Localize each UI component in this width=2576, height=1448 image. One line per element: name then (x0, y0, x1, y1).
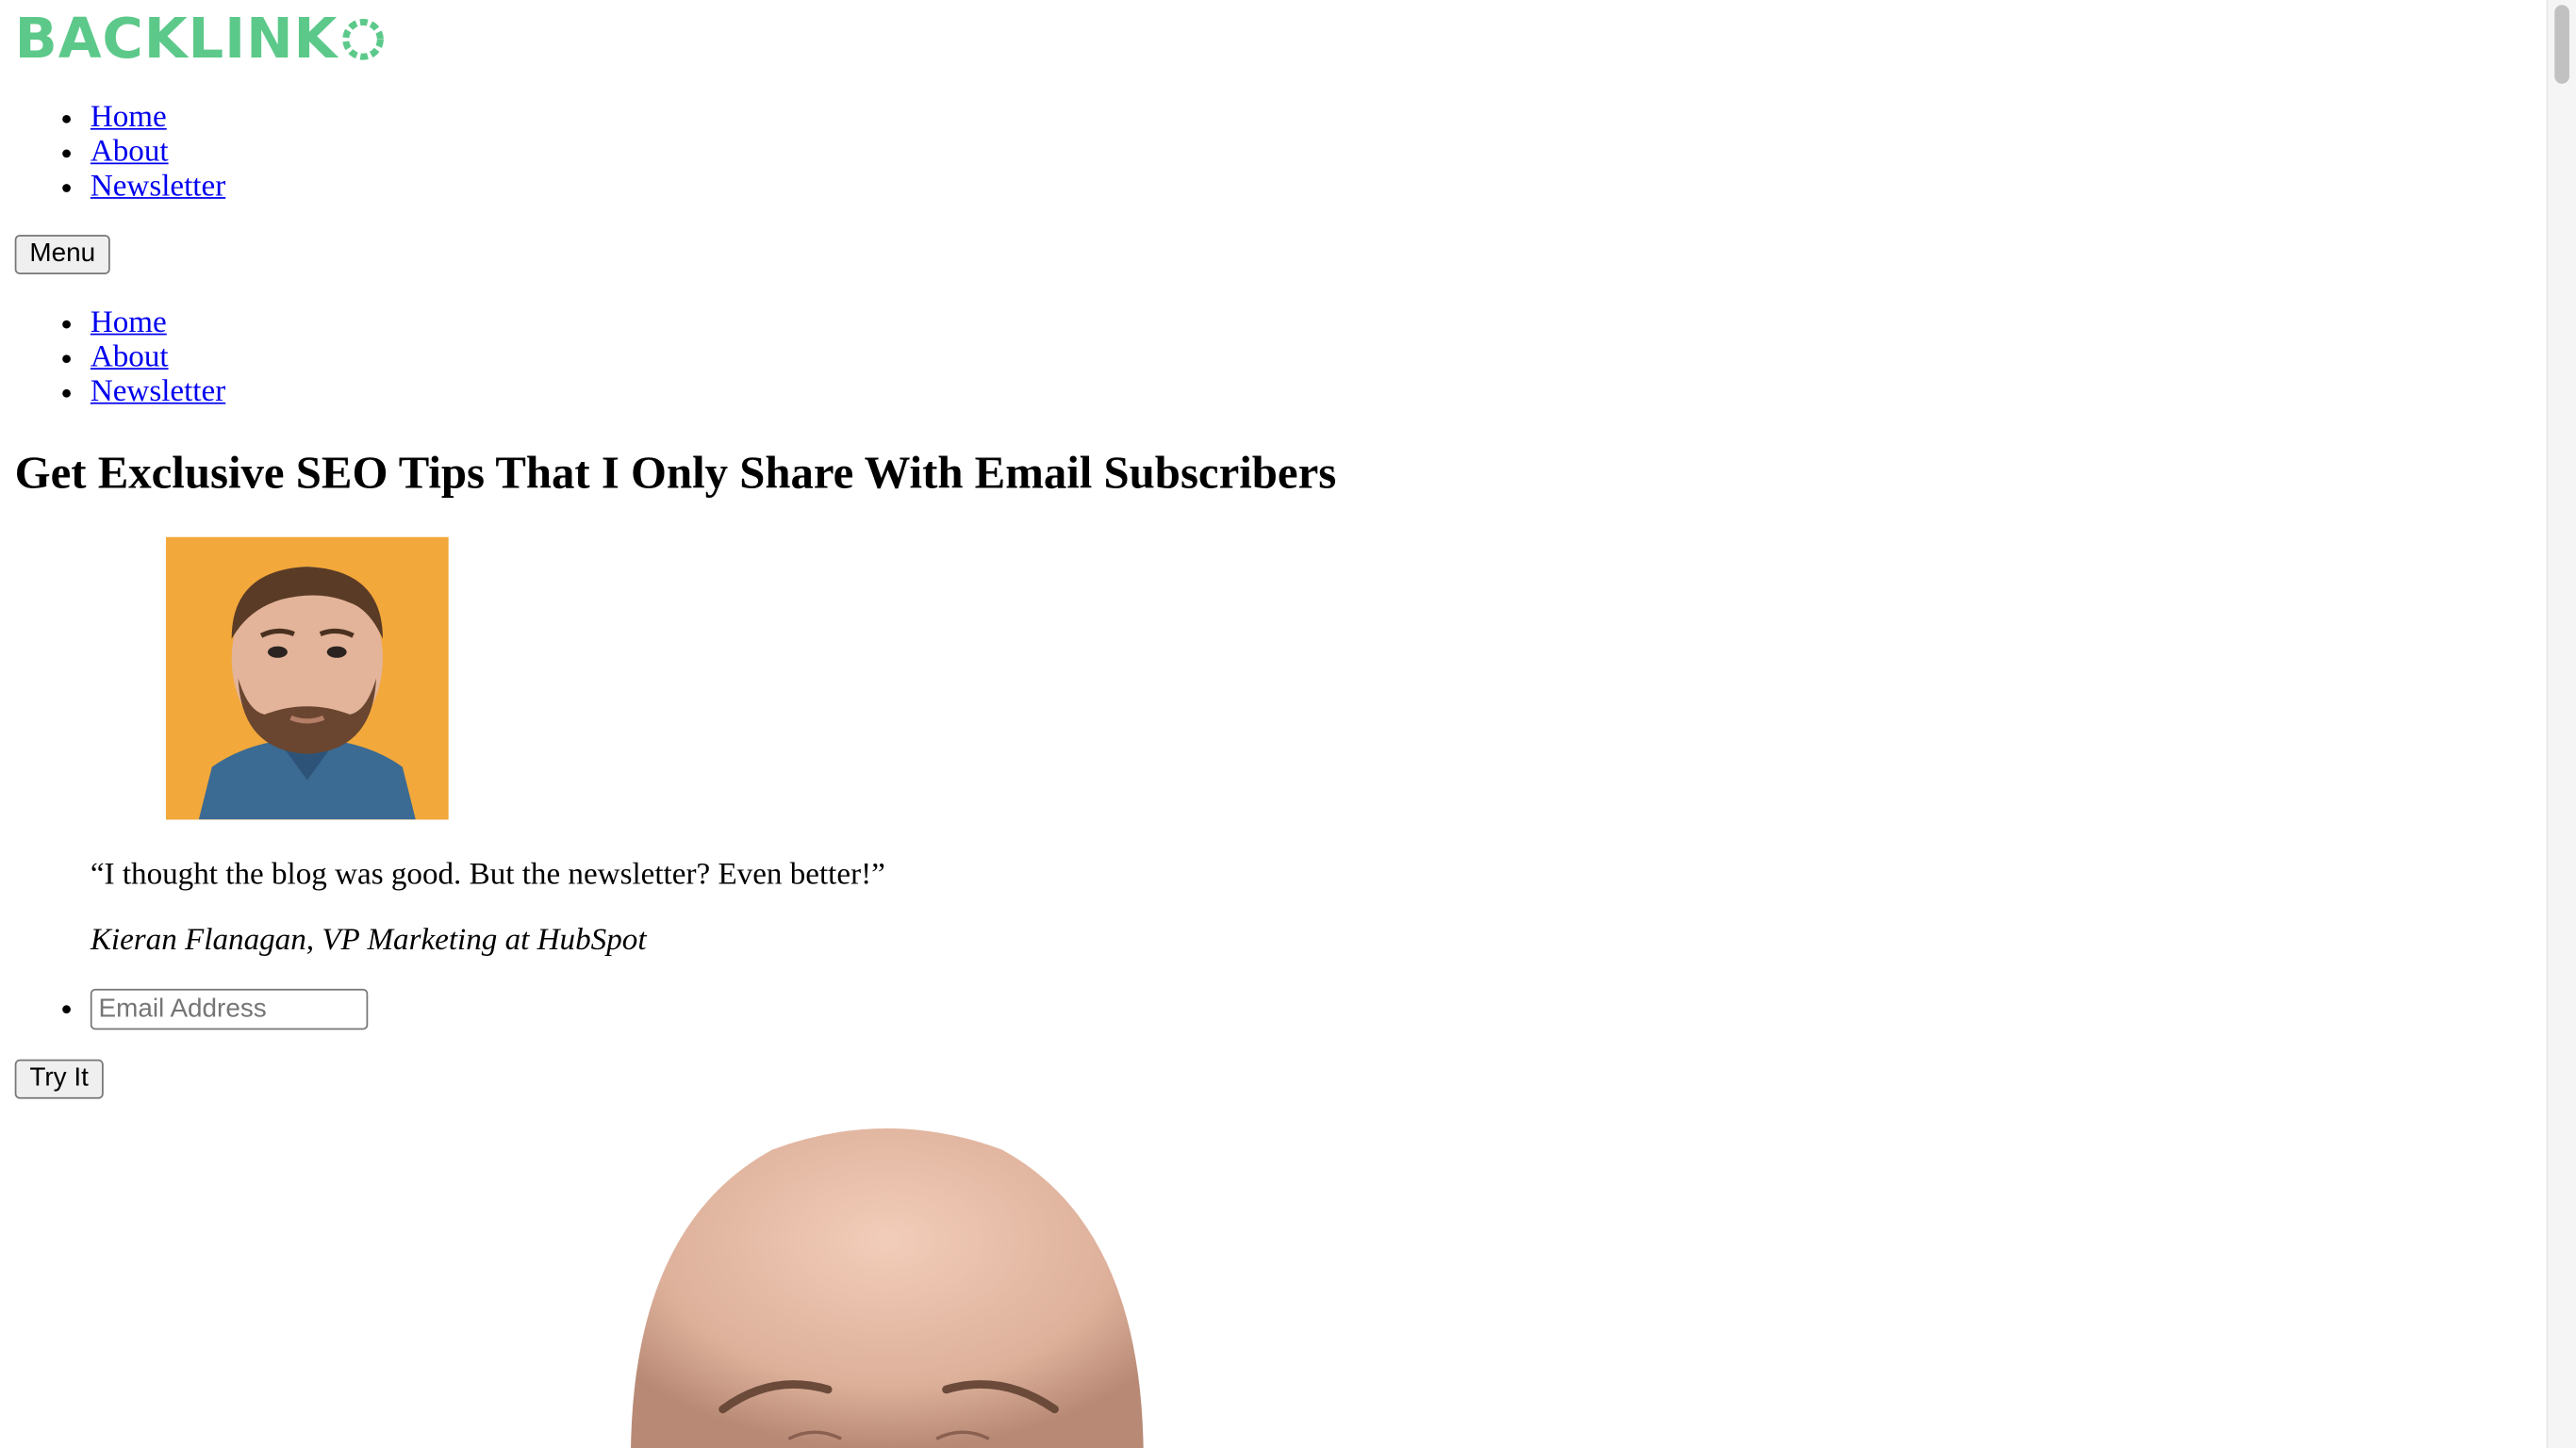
bald-man-portrait-image (631, 1127, 1144, 1448)
primary-nav: Home About Newsletter (0, 100, 225, 204)
email-input[interactable] (90, 988, 369, 1030)
nav-item-about: About (91, 135, 225, 170)
logo-text: BACKLINK (14, 6, 339, 73)
nav-link-newsletter[interactable]: Newsletter (91, 169, 225, 204)
nav-link-about[interactable]: About (91, 135, 169, 170)
backlinko-logo[interactable]: BACKLINK (15, 11, 384, 67)
try-it-button[interactable]: Try It (14, 1059, 104, 1099)
mobile-nav-link-home[interactable]: Home (91, 305, 167, 340)
nav-item-home: Home (91, 100, 225, 135)
mobile-nav-link-newsletter[interactable]: Newsletter (91, 374, 225, 409)
nav-link-home[interactable]: Home (91, 100, 167, 135)
vertical-scrollbar[interactable] (2546, 0, 2576, 1448)
scrollbar-thumb[interactable] (2554, 5, 2569, 84)
nav-item-newsletter: Newsletter (91, 169, 225, 204)
testimonial-quote: “I thought the blog was good. But the ne… (90, 857, 885, 893)
page: BACKLINK Home About Newsletter Menu Home… (0, 0, 2576, 1448)
signup-form-list (0, 988, 369, 1030)
mobile-nav-item-home: Home (91, 305, 225, 340)
testimonial-avatar (165, 536, 449, 820)
page-headline: Get Exclusive SEO Tips That I Only Share… (14, 448, 1337, 500)
logo-ring-icon (341, 19, 384, 60)
featured-portrait (624, 1127, 1150, 1448)
page-content: BACKLINK Home About Newsletter Menu Home… (0, 0, 2547, 1448)
signup-email-item (90, 988, 369, 1030)
mobile-nav: Home About Newsletter (0, 305, 225, 409)
menu-button[interactable]: Menu (14, 235, 110, 274)
mobile-nav-link-about[interactable]: About (91, 340, 169, 375)
mobile-nav-item-newsletter: Newsletter (91, 374, 225, 409)
testimonial-author: Kieran Flanagan, VP Marketing at HubSpot (90, 923, 647, 958)
mobile-nav-item-about: About (91, 340, 225, 375)
avatar-portrait-image (165, 536, 449, 820)
